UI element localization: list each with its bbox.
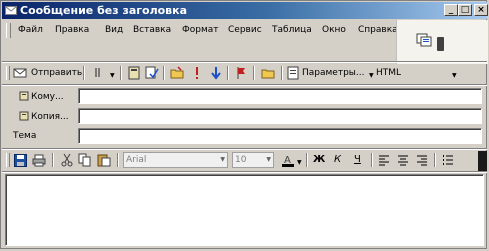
separator bbox=[281, 66, 283, 80]
standard-toolbar: Отправить ▼ Параметры... ▼ HTML ▼ bbox=[2, 62, 487, 84]
font-name-value: Arial bbox=[126, 155, 147, 165]
bold-button[interactable]: Ж bbox=[313, 154, 325, 166]
underline-button[interactable]: Ч bbox=[354, 154, 361, 166]
menu-help[interactable]: Справка bbox=[358, 24, 398, 36]
separator bbox=[83, 66, 85, 80]
separator bbox=[371, 153, 373, 167]
font-color-icon[interactable]: A bbox=[280, 152, 296, 168]
message-format-select[interactable]: HTML bbox=[376, 67, 401, 79]
font-color-dropdown-icon[interactable]: ▼ bbox=[297, 157, 302, 169]
attach-icon[interactable] bbox=[90, 65, 106, 81]
close-button[interactable]: × bbox=[474, 4, 488, 16]
menu-window[interactable]: Окно bbox=[322, 24, 346, 36]
toolbar-overflow-icon[interactable] bbox=[478, 151, 487, 171]
align-right-icon[interactable] bbox=[414, 152, 430, 168]
cc-label: Копия... bbox=[31, 112, 69, 122]
font-size-select[interactable]: 10 ▼ bbox=[232, 152, 274, 168]
importance-low-icon[interactable] bbox=[208, 65, 224, 81]
to-label: Кому... bbox=[31, 92, 64, 102]
italic-button[interactable]: К bbox=[334, 154, 341, 166]
options-dropdown-icon[interactable]: ▼ bbox=[369, 70, 374, 82]
cc-field[interactable] bbox=[78, 108, 482, 124]
address-book-small-icon bbox=[19, 111, 29, 121]
separator bbox=[120, 66, 122, 80]
importance-high-icon[interactable] bbox=[189, 65, 205, 81]
message-window: Сообщение без заголовка _ □ × Файл Правк… bbox=[0, 0, 488, 249]
print-icon[interactable] bbox=[31, 152, 47, 168]
divider bbox=[2, 171, 487, 173]
menu-format[interactable]: Формат bbox=[182, 24, 219, 36]
save-icon[interactable] bbox=[12, 152, 28, 168]
cc-button[interactable]: Копия... bbox=[19, 111, 69, 123]
separator bbox=[253, 66, 255, 80]
menu-file[interactable]: Файл bbox=[18, 24, 43, 36]
copy-icon[interactable] bbox=[77, 152, 93, 168]
separator bbox=[52, 153, 54, 167]
check-names-icon[interactable] bbox=[144, 65, 160, 81]
send-icon[interactable] bbox=[12, 65, 28, 81]
menu-view[interactable]: Вид bbox=[105, 24, 123, 36]
align-left-icon[interactable] bbox=[376, 152, 392, 168]
font-name-dropdown-icon: ▼ bbox=[220, 156, 225, 163]
font-size-value: 10 bbox=[235, 155, 247, 165]
align-center-icon[interactable] bbox=[395, 152, 411, 168]
subject-field[interactable] bbox=[78, 128, 482, 144]
to-field[interactable] bbox=[78, 88, 482, 104]
address-book-icon[interactable] bbox=[126, 65, 142, 81]
insert-file-icon[interactable] bbox=[169, 65, 185, 81]
menu-tools[interactable]: Сервис bbox=[228, 24, 262, 36]
separator bbox=[306, 153, 308, 167]
toolbar-grip[interactable] bbox=[6, 66, 10, 80]
message-body[interactable] bbox=[5, 174, 484, 246]
cut-icon[interactable] bbox=[59, 152, 75, 168]
address-book-small-icon bbox=[19, 91, 29, 101]
window-title: Сообщение без заголовка bbox=[20, 4, 188, 17]
font-size-dropdown-icon: ▼ bbox=[266, 156, 271, 163]
menu-table[interactable]: Таблица bbox=[272, 24, 312, 36]
divider bbox=[2, 84, 487, 86]
minimize-button[interactable]: _ bbox=[444, 4, 458, 16]
follow-up-flag-icon[interactable] bbox=[233, 65, 249, 81]
options-icon[interactable] bbox=[285, 65, 301, 81]
numbered-list-icon[interactable] bbox=[440, 152, 456, 168]
separator bbox=[227, 66, 229, 80]
separator bbox=[434, 153, 436, 167]
options-button[interactable]: Параметры... bbox=[302, 67, 364, 79]
formatting-toolbar: Arial ▼ 10 ▼ A ▼ Ж К Ч bbox=[2, 149, 487, 171]
send-button[interactable]: Отправить bbox=[31, 67, 82, 79]
help-pages-icon[interactable] bbox=[415, 32, 437, 50]
menu-insert[interactable]: Вставка bbox=[133, 24, 171, 36]
open-folder-icon[interactable] bbox=[260, 65, 276, 81]
paste-icon[interactable] bbox=[96, 152, 112, 168]
maximize-button[interactable]: □ bbox=[458, 4, 472, 16]
panel-dropdown-grip[interactable] bbox=[437, 37, 444, 51]
separator bbox=[117, 153, 119, 167]
toolbar-grip[interactable] bbox=[6, 153, 10, 167]
message-format-dropdown-icon[interactable]: ▼ bbox=[452, 70, 457, 82]
envelope-icon bbox=[5, 6, 17, 15]
menu-edit[interactable]: Правка bbox=[55, 24, 89, 36]
to-button[interactable]: Кому... bbox=[19, 91, 64, 103]
attach-dropdown-icon[interactable]: ▼ bbox=[110, 70, 115, 82]
subject-label: Тема bbox=[13, 131, 37, 141]
title-bar[interactable]: Сообщение без заголовка _ □ × bbox=[2, 2, 488, 19]
menu-grip[interactable] bbox=[6, 23, 11, 38]
font-name-select[interactable]: Arial ▼ bbox=[123, 152, 228, 168]
separator bbox=[163, 66, 165, 80]
floating-toolbar-panel bbox=[396, 20, 488, 64]
